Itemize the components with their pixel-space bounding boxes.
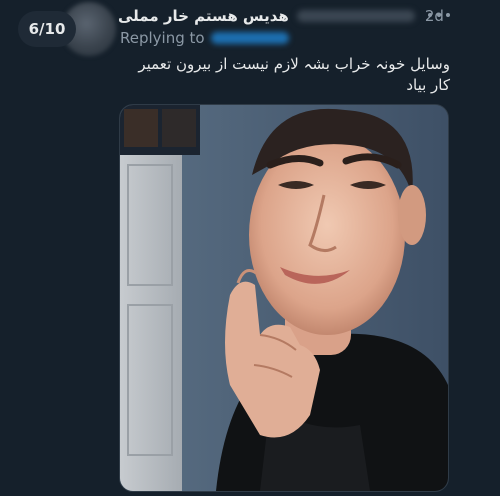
tweet-header: هدیس هستم خار مملی 2d <box>118 5 448 27</box>
image-counter-badge: 6/10 <box>18 11 76 47</box>
photo-illustration <box>120 105 448 491</box>
display-name[interactable]: هدیس هستم خار مملی <box>118 7 289 25</box>
tweet-photo[interactable] <box>119 104 449 492</box>
tweet-text: وسایل خونہ خراب بشہ لازم نیست از بیرون ت… <box>138 55 450 94</box>
blurred-reply-handle[interactable] <box>210 32 289 44</box>
replying-to-label: Replying to <box>120 29 205 47</box>
blurred-username <box>296 10 415 22</box>
replying-to: Replying to <box>120 28 289 48</box>
more-horizontal-icon[interactable] <box>428 8 450 22</box>
